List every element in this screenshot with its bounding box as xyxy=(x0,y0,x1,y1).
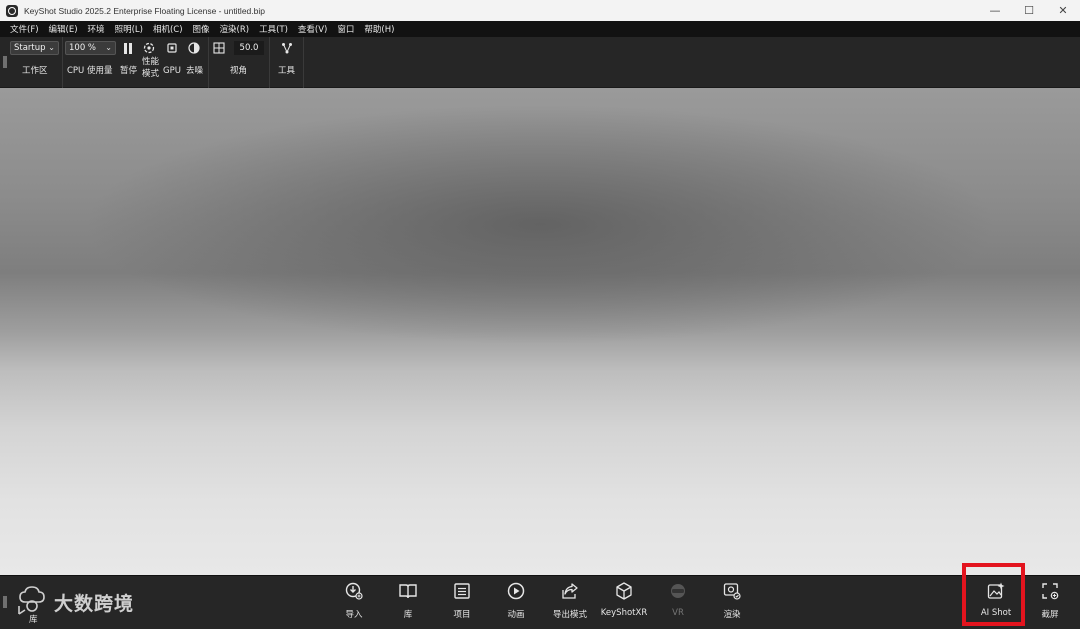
cpu-usage-label: CPU 使用量 xyxy=(67,66,113,76)
chevron-down-icon: ⌄ xyxy=(48,43,55,52)
gpu-label: GPU xyxy=(163,66,181,76)
title-bar: KeyShot Studio 2025.2 Enterprise Floatin… xyxy=(0,0,1080,21)
toolbar-grip-handle[interactable] xyxy=(3,56,7,68)
window-title: KeyShot Studio 2025.2 Enterprise Floatin… xyxy=(24,5,265,16)
field-of-view-button[interactable] xyxy=(213,42,225,54)
vr-button[interactable]: VR xyxy=(653,581,703,618)
performance-mode-button[interactable] xyxy=(143,42,155,54)
cpu-usage-select[interactable]: 100 % ⌄ xyxy=(65,41,116,55)
keyshot-logo-icon xyxy=(6,4,18,17)
maximize-button[interactable]: ☐ xyxy=(1012,0,1046,21)
cloud-library-icon xyxy=(18,586,45,615)
close-button[interactable]: ✕ xyxy=(1046,0,1080,21)
chip-icon xyxy=(167,43,177,53)
field-of-view-input[interactable]: 50.0 xyxy=(234,41,264,55)
workspace-group: Startup ⌄ 工作区 xyxy=(8,37,63,88)
workspace-value: Startup xyxy=(14,43,46,53)
screenshot-label: 截屏 xyxy=(1041,610,1059,620)
menu-tools[interactable]: 工具(T) xyxy=(254,23,293,35)
menu-view[interactable]: 查看(V) xyxy=(293,23,332,35)
performance-mode-label-2: 模式 xyxy=(142,69,160,79)
watermark-text: 大数跨境 xyxy=(54,592,135,615)
performance-mode-icon xyxy=(143,42,155,54)
vr-label: VR xyxy=(672,608,684,618)
vr-icon xyxy=(668,581,688,601)
minimize-button[interactable]: — xyxy=(978,0,1012,21)
render-label: 渲染 xyxy=(723,610,741,620)
book-icon xyxy=(398,581,418,601)
workspace-select[interactable]: Startup ⌄ xyxy=(10,41,59,55)
ribbon-toolbar: Startup ⌄ 工作区 100 % ⌄ CPU 使用量 暂停 性能 模式 G… xyxy=(0,37,1080,88)
performance-mode-label-1: 性能 xyxy=(142,57,160,67)
bottom-grip-handle[interactable] xyxy=(3,596,7,608)
menu-edit[interactable]: 编辑(E) xyxy=(44,23,83,35)
view-group: 50.0 视角 xyxy=(209,37,270,88)
screenshot-icon xyxy=(1040,581,1060,601)
project-label: 项目 xyxy=(453,610,471,620)
render-viewport[interactable] xyxy=(0,88,1080,575)
animation-button[interactable]: 动画 xyxy=(491,581,541,620)
import-button[interactable]: 导入 xyxy=(329,581,379,620)
export-mode-button[interactable]: 导出模式 xyxy=(545,581,595,620)
share-icon xyxy=(560,581,580,601)
menu-camera[interactable]: 相机(C) xyxy=(148,23,188,35)
performance-group: 100 % ⌄ CPU 使用量 暂停 性能 模式 GPU 去噪 xyxy=(63,37,209,88)
render-icon xyxy=(722,581,742,601)
tools-icon xyxy=(282,43,292,54)
play-icon xyxy=(506,581,526,601)
pause-label: 暂停 xyxy=(120,66,138,76)
chevron-down-icon: ⌄ xyxy=(105,43,112,52)
cube-icon xyxy=(614,581,634,601)
project-button[interactable]: 项目 xyxy=(437,581,487,620)
keyshotxr-label: KeyShotXR xyxy=(600,608,648,618)
tools-group: 工具 xyxy=(270,37,304,88)
animation-label: 动画 xyxy=(507,610,525,620)
import-icon xyxy=(344,581,364,601)
import-label: 导入 xyxy=(345,610,363,620)
menu-bar: 文件(F) 编辑(E) 环境 照明(L) 相机(C) 图像 渲染(R) 工具(T… xyxy=(0,21,1080,37)
pause-icon xyxy=(124,42,132,54)
menu-window[interactable]: 窗口 xyxy=(332,23,359,35)
tools-button[interactable] xyxy=(281,42,293,54)
library-label: 库 xyxy=(403,610,413,620)
menu-render[interactable]: 渲染(R) xyxy=(215,23,255,35)
tools-label: 工具 xyxy=(278,66,296,76)
list-icon xyxy=(452,581,472,601)
cpu-usage-value: 100 % xyxy=(69,43,97,53)
cloud-library-button[interactable]: 库 xyxy=(16,582,50,625)
menu-lighting[interactable]: 照明(L) xyxy=(110,23,148,35)
render-button[interactable]: 渲染 xyxy=(707,581,757,620)
view-angle-label: 视角 xyxy=(230,66,248,76)
denoise-icon xyxy=(188,42,200,54)
watermark: 库 大数跨境 xyxy=(16,579,134,625)
screenshot-button[interactable]: 截屏 xyxy=(1025,581,1075,620)
menu-file[interactable]: 文件(F) xyxy=(5,23,44,35)
cloud-library-label: 库 xyxy=(29,615,38,625)
workspace-label: 工作区 xyxy=(22,66,48,76)
keyshotxr-button[interactable]: KeyShotXR xyxy=(599,581,649,618)
gpu-button[interactable] xyxy=(166,42,178,54)
pause-button[interactable] xyxy=(122,42,134,54)
denoise-button[interactable] xyxy=(188,42,200,54)
menu-image[interactable]: 图像 xyxy=(188,23,215,35)
denoise-label: 去噪 xyxy=(186,66,204,76)
export-mode-label: 导出模式 xyxy=(552,610,587,620)
ai-shot-highlight-box xyxy=(962,563,1025,626)
field-of-view-icon xyxy=(213,42,225,54)
library-button[interactable]: 库 xyxy=(383,581,433,620)
menu-environment[interactable]: 环境 xyxy=(83,23,110,35)
menu-help[interactable]: 帮助(H) xyxy=(359,23,399,35)
bottom-ribbon: 导入 库 项目 动画 导出模式 KeyShotXR VR 渲染 AI Shot … xyxy=(0,575,1080,629)
